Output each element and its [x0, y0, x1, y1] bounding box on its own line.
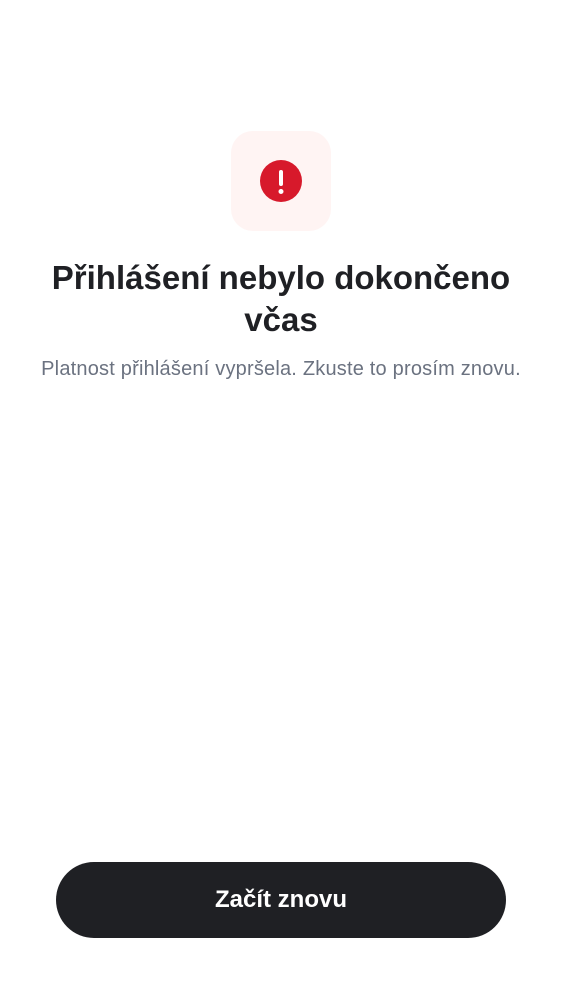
error-message: Platnost přihlášení vypršela. Zkuste to …	[41, 358, 521, 380]
login-timeout-screen: Přihlášení nebylo dokončeno včas Platnos…	[0, 0, 562, 1000]
alert-icon-tile	[231, 131, 331, 231]
page-title: Přihlášení nebylo dokončeno včas	[51, 259, 511, 338]
exclamation-circle-icon	[260, 160, 302, 202]
restart-button[interactable]: Začít znovu	[56, 862, 506, 938]
